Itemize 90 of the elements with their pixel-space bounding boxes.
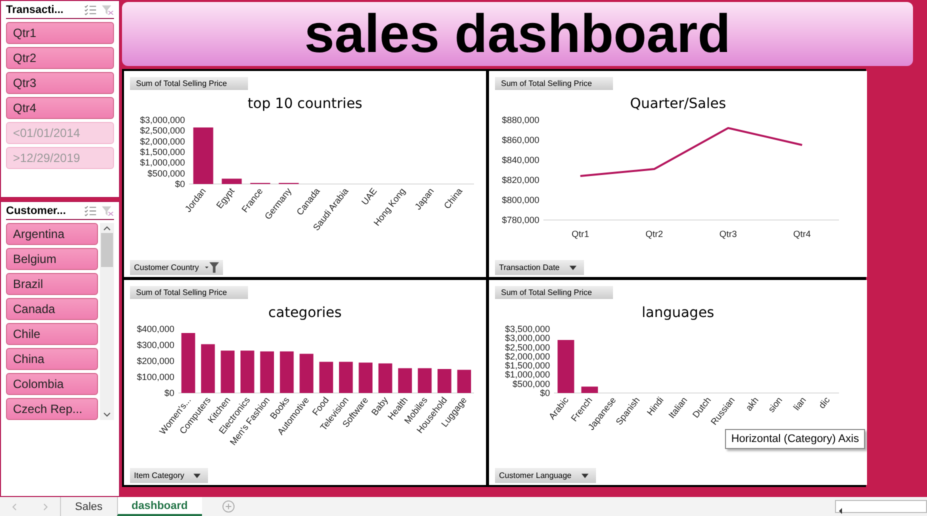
bar [220,350,235,392]
slicer-item[interactable]: Belgium [6,248,98,270]
axis-label: $840,000 [502,155,540,165]
slicer-title: Customer... [6,205,67,217]
bar [260,350,274,392]
axis-label: $0 [164,388,174,398]
chart-title: categories [267,304,343,320]
bar [300,353,314,392]
bar [457,369,472,392]
field-button[interactable]: Item Category [130,468,208,483]
bar [339,361,353,392]
field-button[interactable]: Customer Country [130,260,223,274]
axis-label: $2,000,000 [140,136,185,146]
slicer-item[interactable]: Argentina [6,223,98,245]
horizontal-scrollbar[interactable] [835,500,927,513]
axis-label: $860,000 [502,135,540,145]
value-field-button[interactable]: Sum of Total Selling Price [495,77,613,90]
chart-title: Quarter/Sales [628,96,728,112]
slicer-title: Transacti... [6,4,64,16]
add-sheet-icon[interactable] [222,500,235,513]
axis-label: $200,000 [136,356,174,366]
axis-label: akh [744,394,760,412]
axis-label: $1,500,000 [504,360,550,370]
axis-label: $3,000,000 [504,332,550,343]
axis-label: $100,000 [136,372,174,382]
axis-label: $3,500,000 [504,324,550,334]
bar [358,362,372,392]
bar [438,368,452,392]
dashboard-title: sales dashboard [304,3,731,65]
slicer-item[interactable]: Colombia [6,373,98,395]
value-field-button[interactable]: Sum of Total Selling Price [130,77,248,90]
axis-label: $1,500,000 [140,147,185,157]
axis-label: $820,000 [502,175,540,185]
bar [558,339,574,392]
scrollbar-thumb[interactable] [101,233,113,267]
slicer-item[interactable]: Qtr1 [6,22,114,44]
axis-label: $1,000,000 [504,369,550,380]
axis-label: $2,500,000 [140,126,185,136]
axis-label: Qtr4 [793,229,811,239]
slicer-item[interactable]: Qtr4 [6,97,114,119]
sheet-tab[interactable]: dashboard [116,497,202,516]
axis-label: $500,000 [147,168,185,178]
value-field-button[interactable]: Sum of Total Selling Price [495,286,613,298]
chart-title: languages [640,304,716,320]
bar [581,386,598,392]
bar [280,350,294,392]
axis-label: $2,500,000 [504,342,550,352]
slicer-item[interactable]: Brazil [6,273,98,295]
bar [378,362,392,392]
axis-label: dic [816,394,832,410]
axis-label: Qtr2 [646,229,663,239]
bar [240,350,254,392]
axis-label: $300,000 [136,340,174,350]
slicer-item[interactable]: China [6,348,98,370]
axis-label: lian [791,394,808,412]
chart-title: top 10 countries [246,96,364,112]
clear-filter-icon[interactable] [101,4,114,16]
axis-label: sion [766,394,784,414]
axis-label: $780,000 [502,215,540,225]
bar [181,332,196,392]
slicer-item[interactable]: Czech Rep... [6,398,98,420]
axis-label: $0 [174,179,185,189]
field-button[interactable]: Transaction Date [495,260,584,274]
bar [193,127,214,184]
axis-label: Qtr1 [572,229,590,239]
bar [222,178,242,184]
slicer-item[interactable]: Qtr2 [6,47,114,69]
bar [319,361,334,392]
axis-label: $3,000,000 [140,115,185,125]
bar [418,368,432,392]
axis-label: Qtr3 [719,229,737,239]
axis-label: $880,000 [502,115,540,125]
slicer-item[interactable]: Qtr3 [6,72,114,94]
bar [201,344,215,392]
value-field-button[interactable]: Sum of Total Selling Price [130,286,248,298]
clear-filter-icon[interactable] [101,205,114,217]
axis-label: $500,000 [512,378,550,388]
tooltip: Horizontal (Category) Axis [725,429,865,449]
multi-select-icon[interactable] [84,205,97,217]
axis-label: $1,000,000 [140,158,185,168]
axis-label: $800,000 [502,195,540,205]
bar [398,368,412,392]
axis-label: $2,000,000 [504,350,550,361]
axis-label: $0 [540,388,550,398]
slicer-item[interactable]: Canada [6,298,98,320]
axis-label: $400,000 [136,324,174,334]
slicer-item[interactable]: Chile [6,323,98,345]
multi-select-icon[interactable] [84,4,97,16]
scrollbar[interactable] [100,223,114,420]
field-button[interactable]: Customer Language [495,468,596,483]
